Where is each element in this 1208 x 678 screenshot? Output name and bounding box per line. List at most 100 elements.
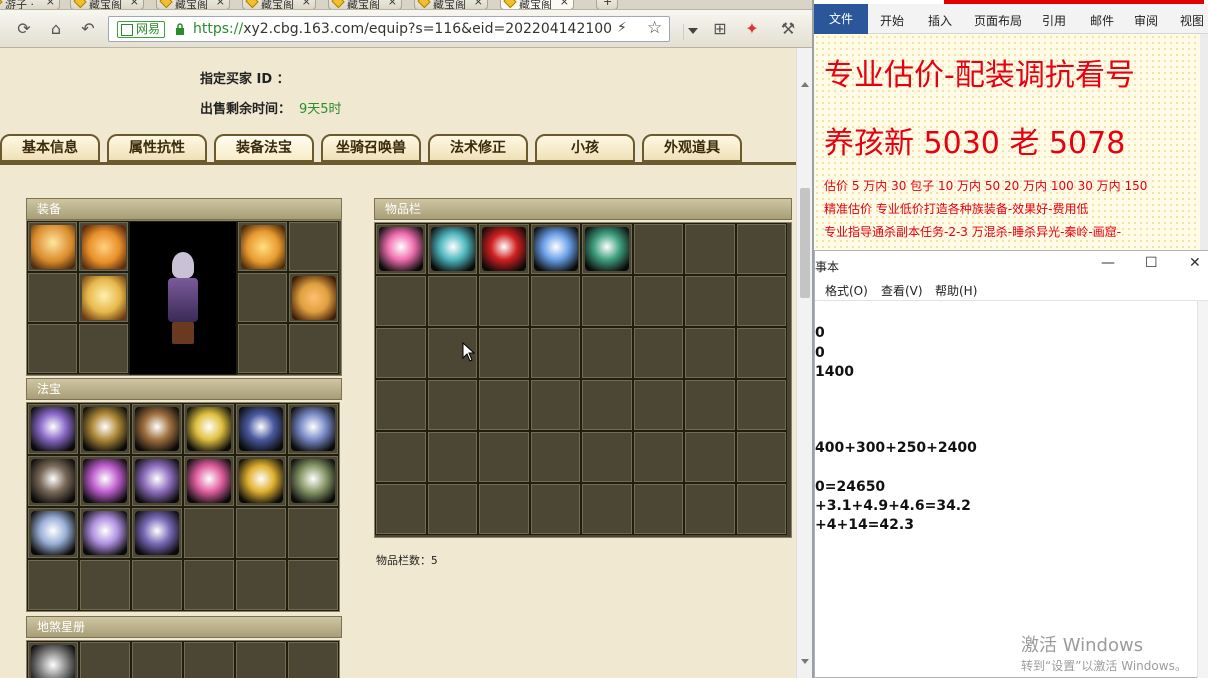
- fabao-slot[interactable]: [183, 559, 235, 611]
- address-bar[interactable]: 网易 https://xy2.cbg.163.com/equip?s=116&e…: [108, 16, 698, 42]
- tools-icon[interactable]: ⚒: [778, 19, 798, 39]
- fabao-slot[interactable]: [235, 559, 287, 611]
- inventory-slot[interactable]: [581, 483, 633, 535]
- inventory-slot[interactable]: [735, 275, 787, 327]
- inventory-slot[interactable]: [735, 379, 787, 431]
- inventory-slot[interactable]: [426, 275, 478, 327]
- back-icon[interactable]: ↶: [78, 19, 98, 39]
- inventory-slot[interactable]: [684, 379, 736, 431]
- star-slot[interactable]: [183, 641, 235, 678]
- fabao-slot[interactable]: [287, 507, 339, 559]
- inventory-slot[interactable]: [735, 431, 787, 483]
- grid-icon[interactable]: ⊞: [710, 19, 730, 39]
- tab-child[interactable]: 小孩: [535, 134, 635, 162]
- tab-close-icon[interactable]: ×: [46, 0, 55, 8]
- tab-close-icon[interactable]: ×: [130, 0, 139, 8]
- browser-tab[interactable]: 藏宝阁 ×: [242, 0, 316, 9]
- inventory-slot[interactable]: [632, 275, 684, 327]
- ribbon-tab-review[interactable]: 审阅: [1134, 12, 1158, 29]
- inventory-slot[interactable]: [581, 223, 633, 275]
- equip-slot[interactable]: [27, 221, 78, 272]
- inventory-slot[interactable]: [375, 379, 427, 431]
- tab-close-icon[interactable]: ×: [474, 0, 483, 8]
- tab-attributes[interactable]: 属性抗性: [107, 134, 207, 162]
- word-document[interactable]: 专业估价-配装调抗看号 养孩新 5030 老 5078 估价 5 万内 30 包…: [814, 34, 1208, 254]
- inventory-slot[interactable]: [529, 431, 581, 483]
- inventory-slot[interactable]: [684, 223, 736, 275]
- fabao-slot[interactable]: [287, 455, 339, 507]
- inventory-slot[interactable]: [478, 431, 530, 483]
- tab-close-icon[interactable]: ×: [560, 0, 569, 8]
- scroll-up-icon[interactable]: [801, 82, 809, 87]
- browser-tab-active[interactable]: 藏宝阁 ×: [500, 0, 574, 9]
- inventory-slot[interactable]: [529, 223, 581, 275]
- fabao-slot[interactable]: [79, 559, 131, 611]
- inventory-slot[interactable]: [529, 327, 581, 379]
- url-dropdown-icon[interactable]: [683, 24, 699, 40]
- fabao-slot[interactable]: [27, 455, 79, 507]
- inventory-slot[interactable]: [529, 379, 581, 431]
- inventory-slot[interactable]: [426, 483, 478, 535]
- ribbon-tab-layout[interactable]: 页面布局: [974, 12, 1022, 29]
- lightning-icon[interactable]: ⚡: [617, 20, 627, 36]
- maximize-icon[interactable]: ☐: [1145, 255, 1158, 271]
- tab-appearance[interactable]: 外观道具: [642, 134, 742, 162]
- new-tab-button[interactable]: +: [596, 0, 618, 9]
- equip-slot[interactable]: [78, 272, 129, 323]
- inventory-slot[interactable]: [632, 483, 684, 535]
- inventory-slot[interactable]: [426, 379, 478, 431]
- menu-help[interactable]: 帮助(H): [935, 282, 977, 299]
- star-slot[interactable]: [235, 641, 287, 678]
- browser-tab[interactable]: 藏宝阁 ×: [414, 0, 488, 9]
- fabao-slot[interactable]: [131, 403, 183, 455]
- fabao-slot[interactable]: [79, 455, 131, 507]
- inventory-slot[interactable]: [426, 431, 478, 483]
- fabao-slot[interactable]: [287, 403, 339, 455]
- inventory-slot[interactable]: [375, 483, 427, 535]
- notepad-scrollbar[interactable]: [1197, 301, 1208, 678]
- tab-close-icon[interactable]: ×: [388, 0, 397, 8]
- fabao-slot[interactable]: [27, 403, 79, 455]
- inventory-slot[interactable]: [684, 431, 736, 483]
- tab-close-icon[interactable]: ×: [302, 0, 311, 8]
- equip-slot[interactable]: [27, 323, 78, 374]
- inventory-slot[interactable]: [735, 483, 787, 535]
- inventory-slot[interactable]: [478, 379, 530, 431]
- equip-slot[interactable]: [237, 323, 288, 374]
- inventory-slot[interactable]: [684, 327, 736, 379]
- fabao-slot[interactable]: [235, 455, 287, 507]
- tab-close-icon[interactable]: ×: [216, 0, 225, 8]
- minimize-icon[interactable]: —: [1101, 255, 1115, 271]
- inventory-slot[interactable]: [684, 275, 736, 327]
- equip-slot[interactable]: [237, 272, 288, 323]
- star-slot[interactable]: [79, 641, 131, 678]
- browser-tab[interactable]: 藏宝阁 ×: [70, 0, 144, 9]
- fabao-slot[interactable]: [235, 403, 287, 455]
- inventory-slot[interactable]: [632, 223, 684, 275]
- tab-basic-info[interactable]: 基本信息: [0, 134, 100, 162]
- inventory-slot[interactable]: [735, 223, 787, 275]
- close-icon[interactable]: ✕: [1189, 255, 1201, 271]
- bookmark-star-icon[interactable]: ☆: [647, 18, 662, 38]
- equip-slot[interactable]: [288, 272, 339, 323]
- fabao-slot[interactable]: [183, 403, 235, 455]
- equip-slot[interactable]: [288, 323, 339, 374]
- inventory-slot[interactable]: [684, 483, 736, 535]
- refresh-icon[interactable]: ⟳: [14, 19, 34, 39]
- star-slot[interactable]: [27, 641, 79, 678]
- ribbon-tab-insert[interactable]: 插入: [928, 12, 952, 29]
- star-slot[interactable]: [131, 641, 183, 678]
- equip-slot[interactable]: [237, 221, 288, 272]
- fabao-slot[interactable]: [27, 507, 79, 559]
- inventory-slot[interactable]: [375, 431, 427, 483]
- inventory-slot[interactable]: [529, 483, 581, 535]
- browser-tab[interactable]: 游子 · ×: [0, 0, 60, 9]
- fabao-slot[interactable]: [183, 455, 235, 507]
- menu-format[interactable]: 格式(O): [825, 282, 868, 299]
- fabao-slot[interactable]: [131, 559, 183, 611]
- inventory-slot[interactable]: [581, 327, 633, 379]
- inventory-slot[interactable]: [478, 223, 530, 275]
- inventory-slot[interactable]: [632, 327, 684, 379]
- inventory-slot[interactable]: [632, 379, 684, 431]
- page-scrollbar[interactable]: [796, 48, 812, 678]
